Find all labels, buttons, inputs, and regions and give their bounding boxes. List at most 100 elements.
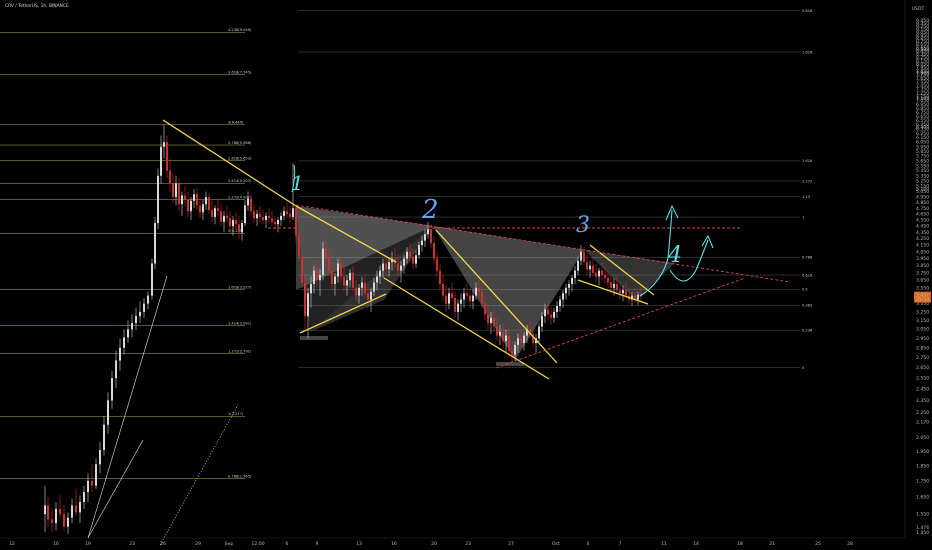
- candle-body: [75, 505, 77, 513]
- candle-body: [595, 272, 597, 277]
- candle-body: [385, 263, 387, 270]
- candle-body: [259, 214, 261, 218]
- pattern-triangle: [296, 206, 433, 332]
- candle-body: [298, 235, 300, 257]
- price-axis[interactable]: USDT9.2508.5007.8007.1006.4005.7505.1004…: [904, 0, 932, 550]
- candle-body: [95, 464, 97, 486]
- price-chart[interactable]: 4.236(9.049) 3.618(7.745) 3(6.449) 2.786(5.…: [0, 0, 932, 550]
- candle-body: [190, 200, 192, 212]
- price-tick-label: 2.050: [916, 435, 929, 441]
- candle-body: [178, 183, 180, 205]
- candle-body: [373, 282, 375, 292]
- candle-body: [220, 211, 222, 222]
- candle-body: [421, 240, 423, 246]
- candle-body: [172, 183, 174, 198]
- candle-body: [87, 480, 89, 493]
- candle-body: [196, 194, 198, 206]
- candle-body: [205, 197, 207, 205]
- candle-body: [280, 215, 282, 221]
- candle-body: [107, 400, 109, 425]
- time-tick-label: 6: [286, 541, 289, 547]
- fib-level-label: 2.618(5.653): [228, 157, 252, 161]
- price-tick-label: 2.950: [916, 336, 929, 342]
- fib-level-label: 1.618: [802, 159, 813, 163]
- candle-body: [226, 215, 228, 219]
- candle-body: [250, 198, 252, 212]
- candle-body: [71, 505, 73, 518]
- trendlines-layer: [87, 119, 791, 539]
- candle-body: [217, 208, 219, 212]
- candle-body: [556, 306, 558, 312]
- price-tick-label: 4.450: [916, 224, 929, 230]
- fib-level-label: 0.786: [802, 256, 813, 260]
- candle-body: [406, 251, 408, 259]
- candle-body: [451, 293, 453, 298]
- candle-body: [463, 293, 465, 300]
- support-line: [87, 439, 144, 539]
- candle-body: [63, 514, 65, 527]
- candle-body: [553, 311, 555, 318]
- price-tick-label: 3.150: [916, 318, 929, 324]
- time-axis[interactable]: 12 16 19 23 26 29 Sep 12:00 6 9 13 16 20 23 27 Oct 4 7 11 1…: [0, 537, 905, 547]
- fib-extension-line: [159, 404, 239, 546]
- fib-level-label: 1.272(2.791): [228, 349, 252, 353]
- candle-body: [301, 256, 303, 283]
- candle-body: [382, 263, 384, 271]
- candle-body: [592, 265, 594, 273]
- price-tick-label: 9.450: [916, 18, 929, 24]
- time-tick-label: 13: [356, 541, 362, 547]
- candle-body: [433, 243, 435, 259]
- price-tick-label: 4.550: [916, 218, 929, 224]
- candle-body: [445, 295, 447, 304]
- price-tick-label: 3.250: [916, 309, 929, 315]
- time-tick-label: Oct: [552, 541, 560, 547]
- candle-body: [352, 272, 354, 288]
- candle-body: [613, 283, 615, 288]
- candle-body: [607, 277, 609, 283]
- candle-body: [154, 223, 156, 264]
- fib-level-label: 1.13: [802, 195, 810, 199]
- candle-body: [223, 215, 225, 222]
- price-tick-label: 1.550: [916, 512, 929, 518]
- pattern-box: [300, 336, 328, 340]
- candle-body: [568, 283, 570, 288]
- price-tick-label: 4.850: [916, 200, 929, 206]
- chart-container[interactable]: 4.236(9.049) 3.618(7.745) 3(6.449) 2.786(5.…: [0, 0, 932, 550]
- candle-body: [211, 210, 213, 218]
- candle-body: [334, 276, 336, 284]
- candle-body: [151, 263, 153, 296]
- time-tick-label: 12: [9, 541, 15, 547]
- candle-body: [147, 295, 149, 304]
- candle-body: [565, 287, 567, 294]
- fib-level-label: 0.382: [802, 304, 812, 308]
- candle-body: [244, 205, 246, 224]
- candle-body: [487, 314, 489, 324]
- candle-body: [517, 338, 519, 345]
- candles-layer: [44, 124, 642, 535]
- wave-label-2: 2: [421, 195, 439, 225]
- time-tick-label: 29: [195, 541, 201, 547]
- candle-body: [277, 220, 279, 225]
- time-tick-label: 16: [53, 541, 59, 547]
- candle-body: [79, 502, 81, 513]
- candle-body: [403, 258, 405, 266]
- candle-body: [160, 146, 162, 176]
- time-tick-label: 25: [815, 541, 821, 547]
- candle-body: [143, 303, 145, 312]
- candle-body: [184, 195, 186, 200]
- wave-label-1: 1: [291, 171, 304, 195]
- candle-body: [583, 251, 585, 263]
- candle-body: [346, 280, 348, 286]
- price-tick-label: 1.850: [916, 463, 929, 469]
- candle-body: [562, 293, 564, 300]
- time-tick-label: 7: [619, 541, 622, 547]
- candle-body: [505, 335, 507, 342]
- candle-body: [343, 276, 345, 286]
- candle-body: [370, 291, 372, 300]
- fib-level-label: 1.272: [802, 179, 812, 183]
- candle-body: [295, 208, 297, 236]
- fib-level-label: 4.236(9.049): [228, 28, 252, 32]
- candle-body: [484, 303, 486, 315]
- candle-body: [541, 316, 543, 327]
- fib-level-label: 0.786(1.765): [228, 474, 252, 478]
